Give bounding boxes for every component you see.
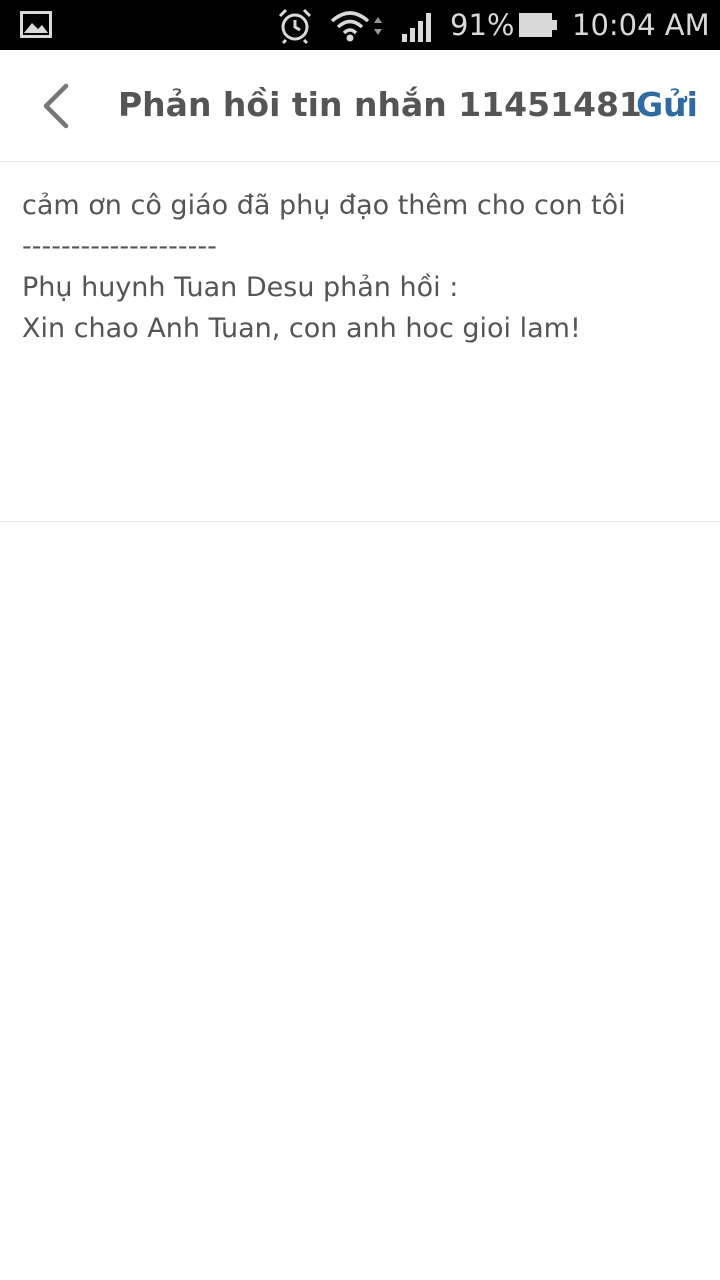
alarm-icon <box>276 7 314 45</box>
gallery-icon <box>20 11 52 38</box>
send-button[interactable]: Gửi <box>636 80 698 130</box>
status-bar: 91% 10:04 AM <box>0 0 720 50</box>
signal-icon <box>400 10 436 42</box>
chevron-left-icon <box>43 83 69 129</box>
battery-percent: 91% <box>450 8 515 42</box>
battery-icon <box>518 11 558 39</box>
message-editor[interactable]: cảm ơn cô giáo đã phụ đạo thêm cho con t… <box>0 162 720 522</box>
message-text[interactable]: cảm ơn cô giáo đã phụ đạo thêm cho con t… <box>22 185 698 349</box>
wifi-icon <box>330 9 386 43</box>
clock: 10:04 AM <box>572 8 710 42</box>
page-title: Phản hồi tin nhắn 11451481 <box>118 85 642 124</box>
app-header: Phản hồi tin nhắn 11451481 Gửi <box>0 50 720 162</box>
back-button[interactable] <box>26 78 86 134</box>
